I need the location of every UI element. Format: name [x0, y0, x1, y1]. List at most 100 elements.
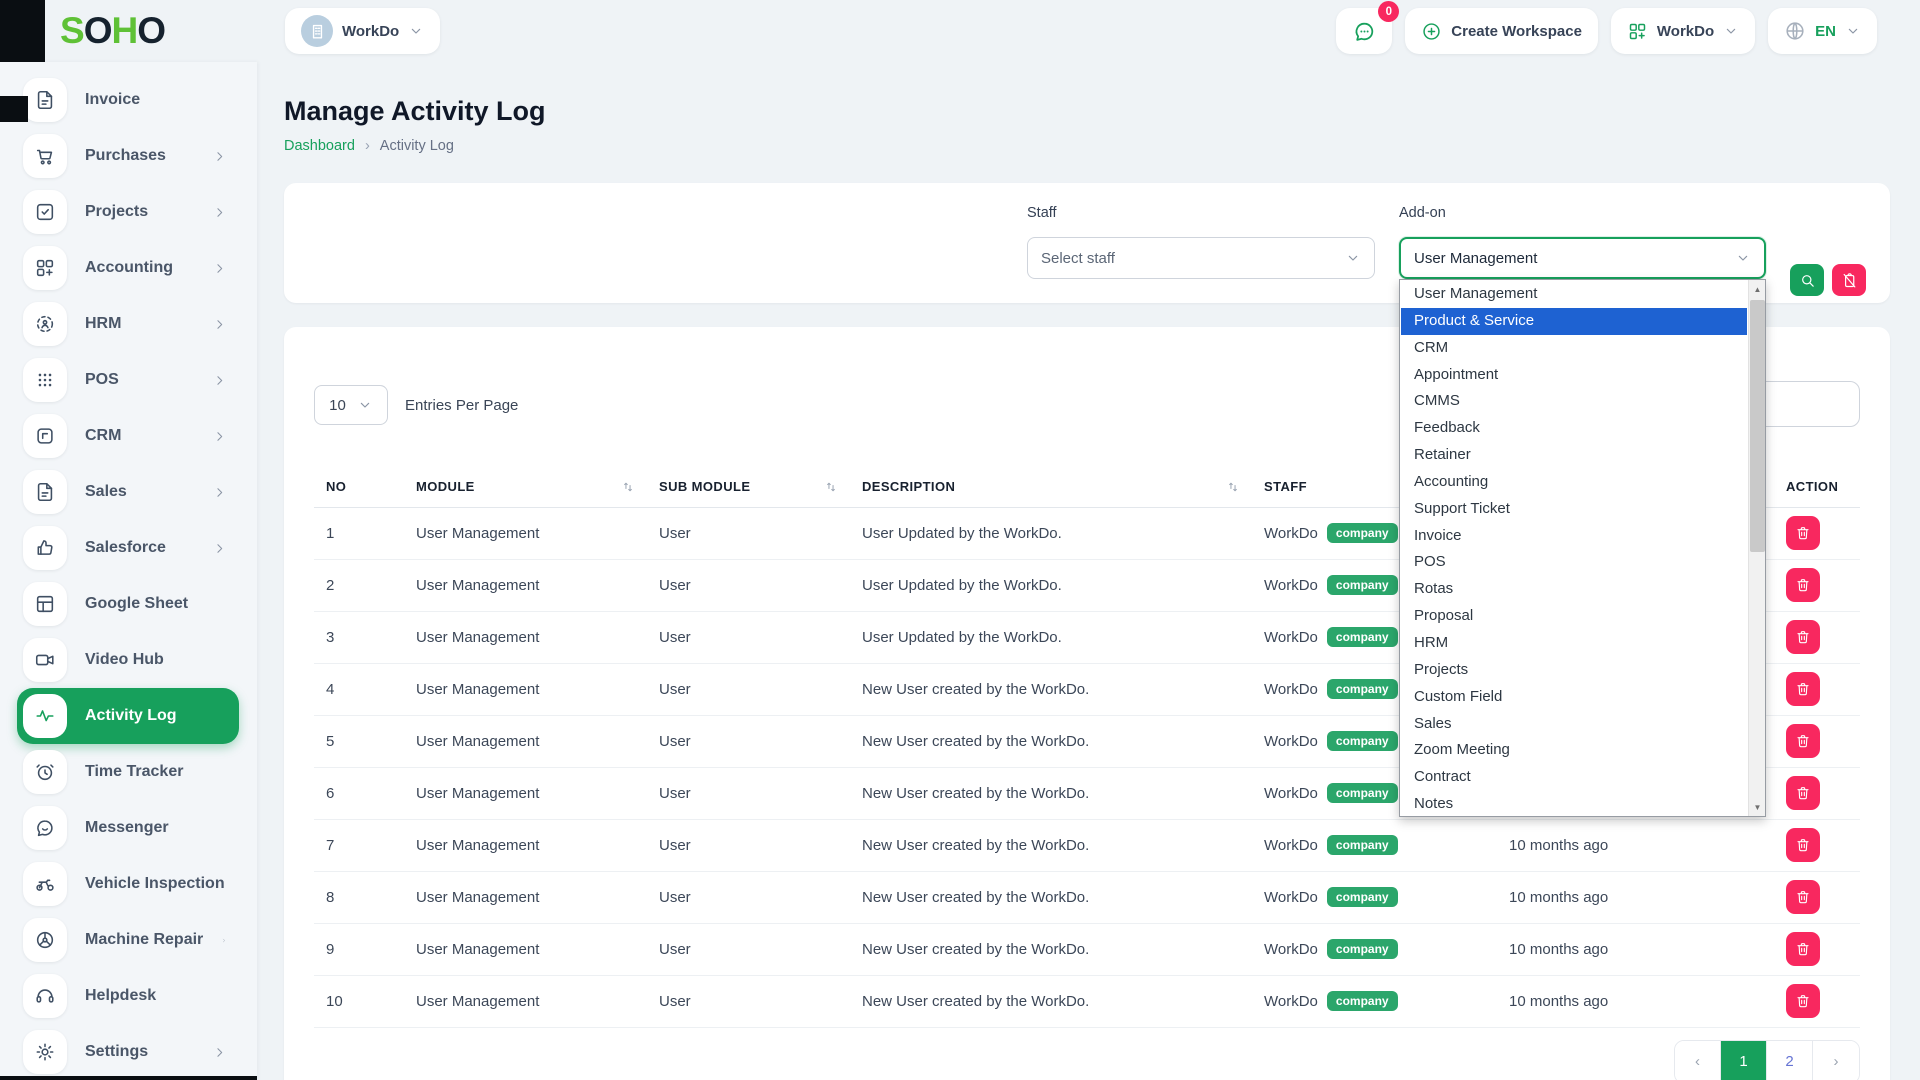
company-badge: company [1327, 627, 1398, 647]
cell-no: 1 [314, 507, 404, 559]
delete-button[interactable] [1786, 880, 1820, 914]
delete-button[interactable] [1786, 672, 1820, 706]
sidebar-item-helpdesk[interactable]: Helpdesk [17, 968, 239, 1024]
trash-icon [1795, 993, 1811, 1009]
dropdown-scrollbar[interactable]: ▲ ▼ [1748, 280, 1765, 816]
sidebar-item-projects[interactable]: Projects [17, 184, 239, 240]
trash-icon [1795, 785, 1811, 801]
scrollbar-thumb[interactable] [1750, 300, 1765, 552]
cell-module: User Management [404, 507, 647, 559]
cell-date: 10 months ago [1497, 923, 1774, 975]
workspace-switcher[interactable]: WorkDo [285, 8, 440, 54]
dropdown-option-custom-field[interactable]: Custom Field [1401, 684, 1747, 711]
language-selector[interactable]: EN [1768, 8, 1877, 54]
sidebar-item-invoice[interactable]: Invoice [17, 72, 239, 128]
dropdown-option-pos[interactable]: POS [1401, 549, 1747, 576]
cell-description: User Updated by the WorkDo. [850, 507, 1252, 559]
messages-button[interactable]: 0 [1336, 8, 1392, 54]
trash-icon [1795, 525, 1811, 541]
staff-select[interactable]: Select staff [1027, 237, 1375, 279]
sidebar-item-settings[interactable]: Settings [17, 1024, 239, 1080]
entries-per-page-select[interactable]: 10 [314, 385, 388, 425]
delete-button[interactable] [1786, 932, 1820, 966]
delete-button[interactable] [1786, 828, 1820, 862]
dropdown-option-feedback[interactable]: Feedback [1401, 415, 1747, 442]
chevron-down-icon [1735, 250, 1751, 266]
dropdown-option-notes[interactable]: Notes [1401, 791, 1747, 815]
sidebar-item-google-sheet[interactable]: Google Sheet [17, 576, 239, 632]
sidebar-item-hrm[interactable]: HRM [17, 296, 239, 352]
delete-button[interactable] [1786, 620, 1820, 654]
sidebar-item-pos[interactable]: POS [17, 352, 239, 408]
apps-menu-button[interactable]: WorkDo [1611, 8, 1755, 54]
addon-select[interactable]: User Management [1399, 237, 1766, 279]
cell-no: 5 [314, 715, 404, 767]
column-header-description[interactable]: DESCRIPTION [850, 467, 1252, 507]
delete-button[interactable] [1786, 724, 1820, 758]
cell-description: New User created by the WorkDo. [850, 715, 1252, 767]
sidebar-item-sales[interactable]: Sales [17, 464, 239, 520]
dropdown-option-crm[interactable]: CRM [1401, 335, 1747, 362]
pagination-page-1[interactable]: 1 [1721, 1041, 1767, 1080]
sidebar-item-accounting[interactable]: Accounting [17, 240, 239, 296]
dropdown-option-invoice[interactable]: Invoice [1401, 523, 1747, 550]
dropdown-option-accounting[interactable]: Accounting [1401, 469, 1747, 496]
sort-icon[interactable] [621, 480, 635, 494]
column-header-module[interactable]: MODULE [404, 467, 647, 507]
reset-filter-button[interactable] [1832, 264, 1866, 296]
delete-button[interactable] [1786, 776, 1820, 810]
sidebar-item-machine-repair[interactable]: Machine Repair [17, 912, 239, 968]
pagination-page-2[interactable]: 2 [1767, 1041, 1813, 1080]
language-label: EN [1815, 23, 1836, 40]
sidebar-item-purchases[interactable]: Purchases [17, 128, 239, 184]
dropdown-option-projects[interactable]: Projects [1401, 657, 1747, 684]
cell-description: New User created by the WorkDo. [850, 923, 1252, 975]
delete-button[interactable] [1786, 568, 1820, 602]
create-workspace-button[interactable]: Create Workspace [1405, 8, 1598, 54]
dropdown-option-product-service[interactable]: Product & Service [1401, 308, 1747, 335]
cell-description: New User created by the WorkDo. [850, 663, 1252, 715]
addon-dropdown: User ManagementProduct & ServiceCRMAppoi… [1399, 279, 1766, 817]
sidebar-item-label: Activity Log [85, 707, 177, 725]
pagination-next[interactable]: › [1813, 1041, 1859, 1080]
column-label: MODULE [416, 479, 475, 494]
dropdown-option-proposal[interactable]: Proposal [1401, 603, 1747, 630]
sidebar-item-vehicle-inspection[interactable]: Vehicle Inspection [17, 856, 239, 912]
sidebar-item-messenger[interactable]: Messenger [17, 800, 239, 856]
settings-icon [34, 1041, 56, 1063]
sort-icon[interactable] [1226, 480, 1240, 494]
dropdown-option-rotas[interactable]: Rotas [1401, 576, 1747, 603]
sidebar-icon-chip [23, 862, 67, 906]
helpdesk-icon [34, 985, 56, 1007]
dropdown-option-zoom-meeting[interactable]: Zoom Meeting [1401, 737, 1747, 764]
sidebar-item-time-tracker[interactable]: Time Tracker [17, 744, 239, 800]
sidebar-item-label: Settings [85, 1043, 148, 1061]
breadcrumb-dashboard-link[interactable]: Dashboard [284, 138, 355, 154]
sidebar-item-video-hub[interactable]: Video Hub [17, 632, 239, 688]
dropdown-option-sales[interactable]: Sales [1401, 711, 1747, 738]
breadcrumb: Dashboard › Activity Log [284, 138, 1890, 154]
pagination-prev[interactable]: ‹ [1675, 1041, 1721, 1080]
dropdown-option-appointment[interactable]: Appointment [1401, 362, 1747, 389]
dropdown-option-hrm[interactable]: HRM [1401, 630, 1747, 657]
sidebar-item-activity-log[interactable]: Activity Log [17, 688, 239, 744]
scroll-down-arrow[interactable]: ▼ [1749, 798, 1766, 816]
chevron-right-icon [212, 261, 227, 276]
search-button[interactable] [1790, 264, 1824, 296]
chevron-right-icon [212, 205, 227, 220]
cell-sub-module: User [647, 923, 850, 975]
sidebar-item-crm[interactable]: CRM [17, 408, 239, 464]
logo-letter: H [111, 10, 137, 51]
scroll-up-arrow[interactable]: ▲ [1749, 280, 1766, 298]
dropdown-option-support-ticket[interactable]: Support Ticket [1401, 496, 1747, 523]
dropdown-option-cmms[interactable]: CMMS [1401, 388, 1747, 415]
delete-button[interactable] [1786, 516, 1820, 550]
sidebar-item-salesforce[interactable]: Salesforce [17, 520, 239, 576]
dropdown-option-retainer[interactable]: Retainer [1401, 442, 1747, 469]
cell-no: 10 [314, 975, 404, 1027]
delete-button[interactable] [1786, 984, 1820, 1018]
sort-icon[interactable] [824, 480, 838, 494]
dropdown-option-contract[interactable]: Contract [1401, 764, 1747, 791]
column-header-sub-module[interactable]: SUB MODULE [647, 467, 850, 507]
dropdown-option-user-management[interactable]: User Management [1401, 281, 1747, 308]
